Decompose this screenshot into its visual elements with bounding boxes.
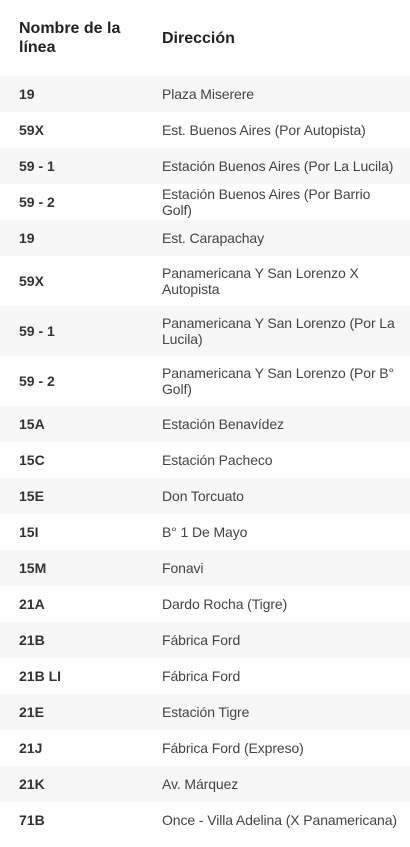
- direction-cell: Dardo Rocha (Tigre): [143, 586, 410, 622]
- direction-cell: Estación Pacheco: [143, 442, 410, 478]
- column-header-direction: Dirección: [143, 0, 410, 76]
- direction-cell: Fábrica Ford: [143, 658, 410, 694]
- direction-cell: Once - Villa Adelina (X Panamericana): [143, 802, 410, 838]
- direction-cell: Av. Márquez: [143, 766, 410, 802]
- line-cell: 59 - 1: [0, 148, 143, 184]
- table-row: 71B Once - Villa Adelina (X Panamericana): [0, 802, 410, 838]
- table-row: 59X Est. Buenos Aires (Por Autopista): [0, 112, 410, 148]
- table-header: Nombre de la línea Dirección: [0, 0, 410, 76]
- line-cell: 59 - 1: [0, 306, 143, 356]
- line-cell: 59X: [0, 256, 143, 306]
- direction-cell: Est. Buenos Aires (Por Autopista): [143, 112, 410, 148]
- direction-cell: Estación Tigre: [143, 694, 410, 730]
- line-cell: 21J: [0, 730, 143, 766]
- table-row: 59 - 2 Estación Buenos Aires (Por Barrio …: [0, 184, 410, 220]
- line-cell: 59X: [0, 112, 143, 148]
- line-cell: 15M: [0, 550, 143, 586]
- line-cell: 21K: [0, 766, 143, 802]
- table-row: 15A Estación Benavídez: [0, 406, 410, 442]
- direction-cell: Estación Buenos Aires (Por La Lucila): [143, 148, 410, 184]
- line-cell: 21E: [0, 694, 143, 730]
- direction-cell: Est. Carapachay: [143, 220, 410, 256]
- direction-cell: Panamericana Y San Lorenzo (Por B° Golf): [143, 356, 410, 406]
- header-row: Nombre de la línea Dirección: [0, 0, 410, 76]
- bus-routes-table: Nombre de la línea Dirección 19 Plaza Mis…: [0, 0, 410, 838]
- direction-cell: Plaza Miserere: [143, 76, 410, 112]
- table-row: 15E Don Torcuato: [0, 478, 410, 514]
- line-cell: 15C: [0, 442, 143, 478]
- table-row: 59 - 1 Estación Buenos Aires (Por La Luci…: [0, 148, 410, 184]
- table-row: 59X Panamericana Y San Lorenzo X Autopist…: [0, 256, 410, 306]
- line-cell: 21B: [0, 622, 143, 658]
- table-body: 19 Plaza Miserere 59X Est. Buenos Aires (P…: [0, 76, 410, 838]
- direction-cell: Panamericana Y San Lorenzo (Por La Lucil…: [143, 306, 410, 356]
- direction-cell: Don Torcuato: [143, 478, 410, 514]
- line-cell: 59 - 2: [0, 356, 143, 406]
- direction-cell: Fábrica Ford: [143, 622, 410, 658]
- table-row: 19 Est. Carapachay: [0, 220, 410, 256]
- line-cell: 21B LI: [0, 658, 143, 694]
- direction-cell: Estación Buenos Aires (Por Barrio Golf): [143, 184, 410, 220]
- line-cell: 71B: [0, 802, 143, 838]
- line-cell: 19: [0, 76, 143, 112]
- line-cell: 19: [0, 220, 143, 256]
- line-cell: 59 - 2: [0, 184, 143, 220]
- line-cell: 15A: [0, 406, 143, 442]
- direction-cell: Fonavi: [143, 550, 410, 586]
- line-cell: 15I: [0, 514, 143, 550]
- table-row: 21K Av. Márquez: [0, 766, 410, 802]
- direction-cell: Estación Benavídez: [143, 406, 410, 442]
- direction-cell: B° 1 De Mayo: [143, 514, 410, 550]
- table-row: 21A Dardo Rocha (Tigre): [0, 586, 410, 622]
- direction-cell: Panamericana Y San Lorenzo X Autopista: [143, 256, 410, 306]
- line-cell: 21A: [0, 586, 143, 622]
- table-row: 59 - 2 Panamericana Y San Lorenzo (Por B°…: [0, 356, 410, 406]
- line-cell: 15E: [0, 478, 143, 514]
- table-row: 59 - 1 Panamericana Y San Lorenzo (Por La…: [0, 306, 410, 356]
- table-row: 15M Fonavi: [0, 550, 410, 586]
- column-header-line: Nombre de la línea: [0, 0, 143, 76]
- table-row: 21B LI Fábrica Ford: [0, 658, 410, 694]
- table-row: 19 Plaza Miserere: [0, 76, 410, 112]
- table-row: 21B Fábrica Ford: [0, 622, 410, 658]
- table-row: 15C Estación Pacheco: [0, 442, 410, 478]
- table-row: 21E Estación Tigre: [0, 694, 410, 730]
- table-row: 15I B° 1 De Mayo: [0, 514, 410, 550]
- direction-cell: Fábrica Ford (Expreso): [143, 730, 410, 766]
- table-row: 21J Fábrica Ford (Expreso): [0, 730, 410, 766]
